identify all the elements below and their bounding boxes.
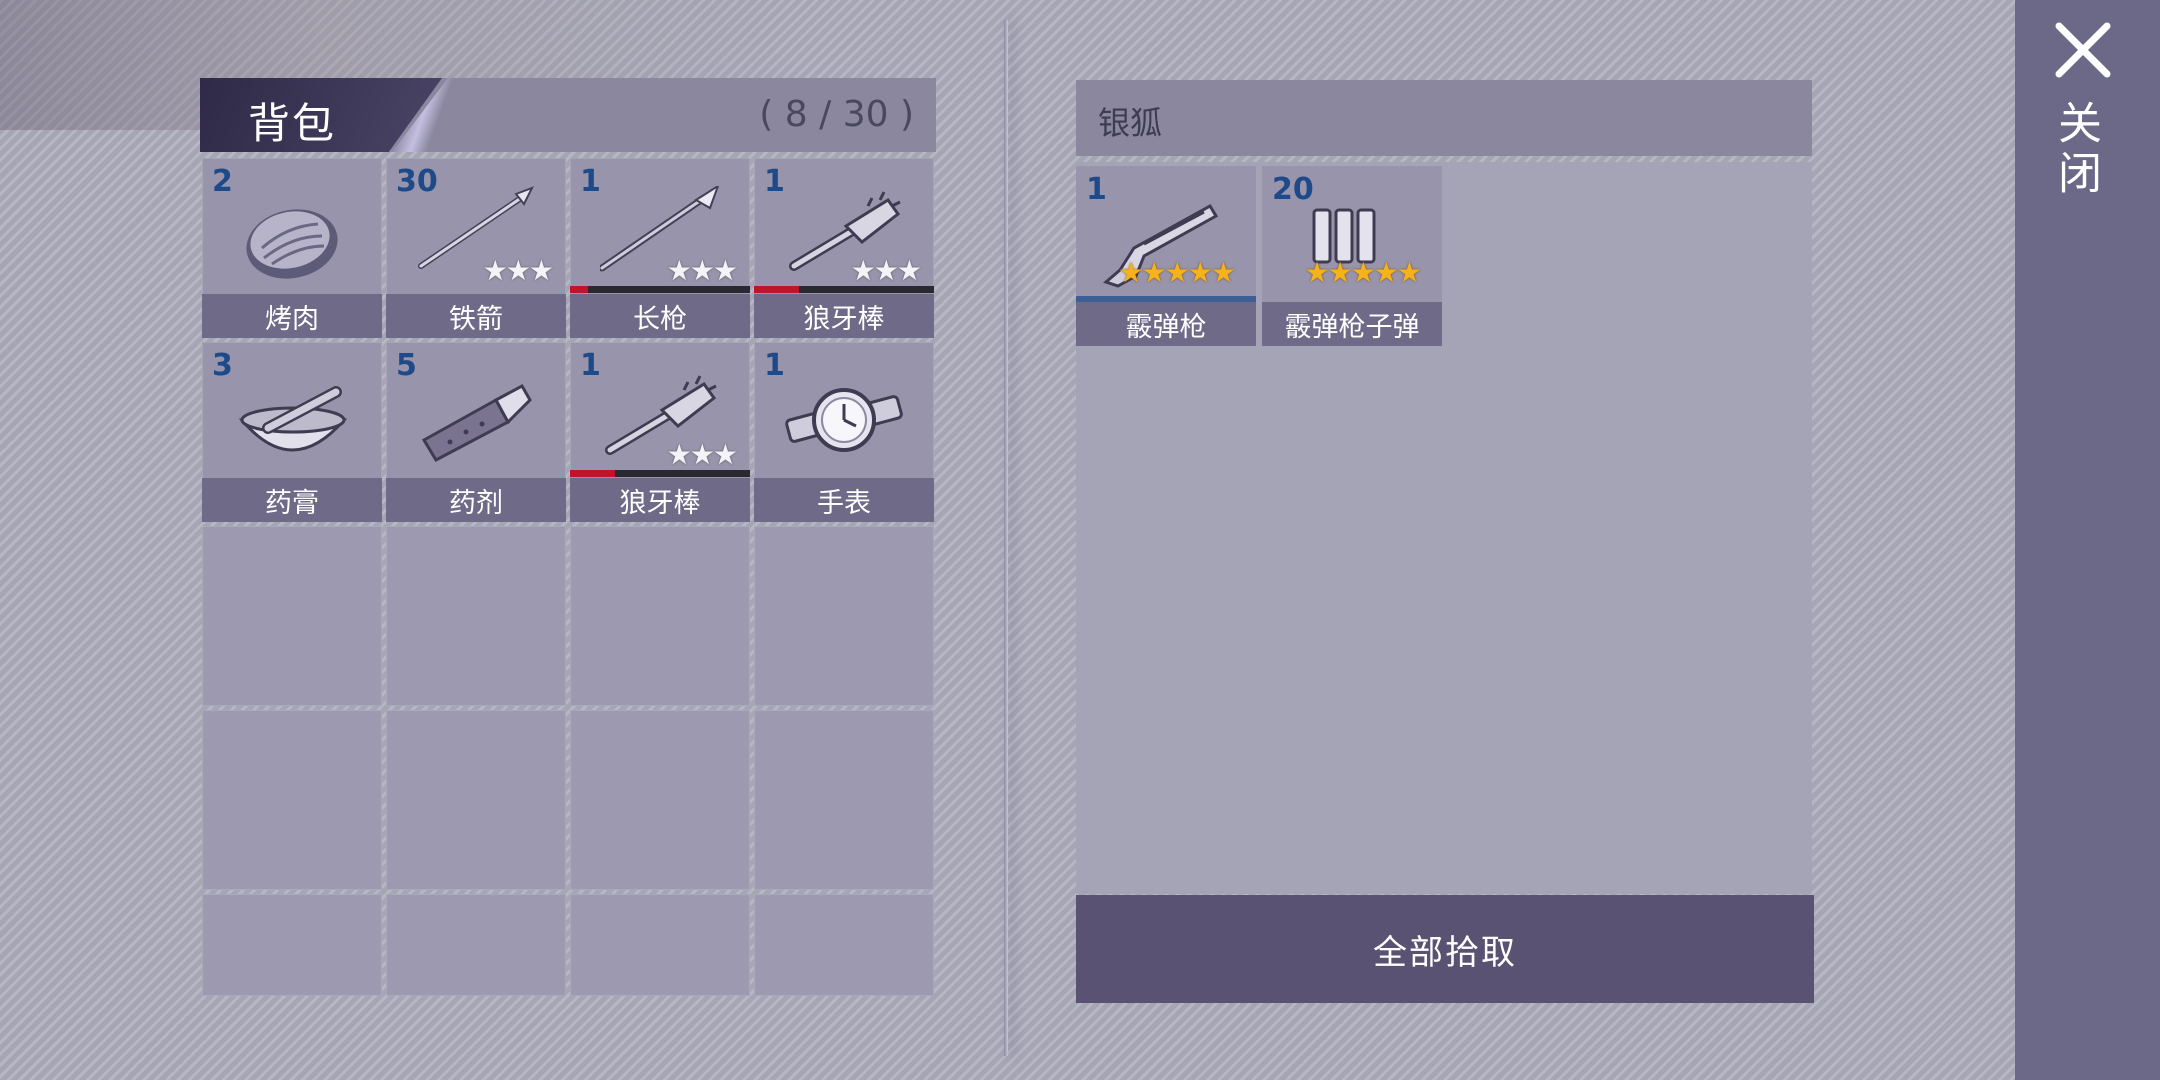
rarity-stars: ★★★★★	[1304, 256, 1422, 289]
inventory-slot-empty[interactable]	[202, 710, 382, 890]
close-icon[interactable]	[2053, 20, 2113, 80]
item-name: 长枪	[570, 294, 750, 338]
loot-header: 银狐	[1076, 80, 1812, 156]
item-name: 狼牙棒	[570, 478, 750, 522]
inventory-slot-empty[interactable]	[754, 710, 934, 890]
backpack-title: 背包	[248, 99, 337, 148]
loot-slot-shotgun-shells[interactable]: 20 ★★★★★ 霰弹枪子弹	[1262, 166, 1442, 346]
close-panel[interactable]: 关闭	[2015, 0, 2160, 1080]
durability-fill	[754, 286, 799, 293]
rarity-stars: ★★★	[850, 254, 922, 287]
inventory-slot-empty[interactable]	[202, 526, 382, 706]
pickup-all-button[interactable]: 全部拾取	[1076, 895, 1814, 1003]
item-name: 手表	[754, 478, 934, 522]
item-name: 铁箭	[386, 294, 566, 338]
inventory-slot-medicine[interactable]: 5 药剂	[386, 342, 566, 522]
item-name: 药剂	[386, 478, 566, 522]
inventory-slot-empty[interactable]	[754, 526, 934, 706]
inventory-slot-empty[interactable]	[570, 894, 750, 996]
backpack-capacity: ( 8 / 30 )	[759, 94, 914, 135]
item-name: 狼牙棒	[754, 294, 934, 338]
inventory-slot-wristwatch[interactable]: 1 手表	[754, 342, 934, 522]
inventory-slot-spiked-club[interactable]: 1 ★★★ 狼牙棒	[754, 158, 934, 338]
inventory-slot-empty[interactable]	[570, 526, 750, 706]
inventory-slot-spiked-club-2[interactable]: 1 ★★★ 狼牙棒	[570, 342, 750, 522]
rarity-stars: ★★★★★	[1118, 256, 1236, 289]
durability-fill	[570, 470, 615, 477]
backpack-grid: 2 烤肉 30 ★★★ 铁箭 1 ★★★ 长枪 1 ★★★ 狼牙棒 3 药膏 5…	[200, 158, 938, 1004]
inventory-slot-empty[interactable]	[202, 894, 382, 996]
item-name: 霰弹枪	[1076, 302, 1256, 346]
durability-bar	[570, 470, 750, 477]
inventory-slot-ointment[interactable]: 3 药膏	[202, 342, 382, 522]
item-quantity: 1	[580, 348, 601, 383]
ointment-bowl-icon	[238, 386, 348, 452]
durability-bar	[754, 286, 934, 293]
item-quantity: 1	[580, 164, 601, 199]
rarity-stars: ★★★	[482, 254, 554, 287]
item-quantity: 3	[212, 348, 233, 383]
inventory-slot-spear[interactable]: 1 ★★★ 长枪	[570, 158, 750, 338]
medicine-bandage-icon	[421, 383, 532, 462]
loot-source-title: 银狐	[1098, 104, 1163, 142]
durability-bar	[570, 286, 750, 293]
inventory-slot-iron-arrow[interactable]: 30 ★★★ 铁箭	[386, 158, 566, 338]
item-quantity: 5	[396, 348, 417, 383]
item-quantity: 1	[764, 348, 785, 383]
rarity-stars: ★★★	[666, 438, 738, 471]
durability-fill	[570, 286, 588, 293]
inventory-slot-empty[interactable]	[754, 894, 934, 996]
close-label[interactable]: 关闭	[2050, 100, 2107, 200]
rarity-stars: ★★★	[666, 254, 738, 287]
grilled-meat-icon	[246, 209, 338, 279]
inventory-slot-empty[interactable]	[570, 710, 750, 890]
inventory-slot-empty[interactable]	[386, 710, 566, 890]
loot-container: 1 ★★★★★ 霰弹枪 20 ★★★★★ 霰弹枪子弹	[1076, 162, 1812, 894]
inventory-slot-grilled-meat[interactable]: 2 烤肉	[202, 158, 382, 338]
inventory-slot-empty[interactable]	[386, 894, 566, 996]
item-quantity: 1	[764, 164, 785, 199]
item-name: 烤肉	[202, 294, 382, 338]
item-quantity: 2	[212, 164, 233, 199]
loot-slot-shotgun[interactable]: 1 ★★★★★ 霰弹枪	[1076, 166, 1256, 346]
wristwatch-icon	[785, 388, 903, 452]
inventory-slot-empty[interactable]	[386, 526, 566, 706]
item-name: 霰弹枪子弹	[1262, 302, 1442, 346]
item-name: 药膏	[202, 478, 382, 522]
panel-divider	[1004, 20, 1008, 1056]
backpack-header: 背包 ( 8 / 30 )	[200, 78, 936, 152]
